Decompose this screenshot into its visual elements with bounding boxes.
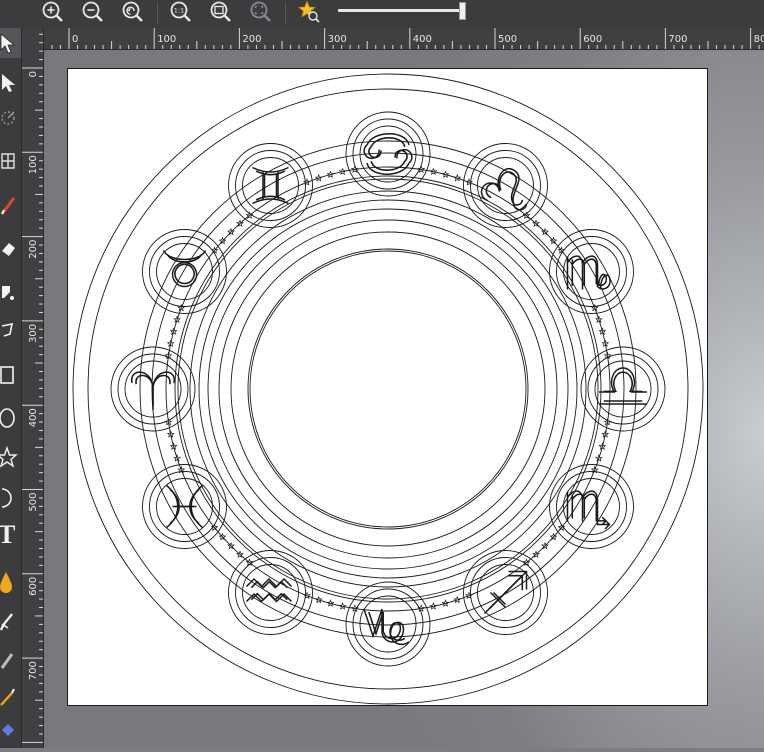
spray-tool-icon[interactable] (0, 608, 21, 638)
ruler-label: 500 (28, 493, 39, 512)
ruler-label: 100 (28, 155, 39, 174)
zoom-in-icon[interactable] (40, 0, 66, 24)
ruler-label: 200 (242, 34, 261, 45)
ring-circle[interactable] (198, 199, 578, 579)
paint-bucket-tool-icon[interactable] (0, 276, 21, 306)
zodiac-capricorn-symbol[interactable] (345, 581, 431, 667)
zodiac-libra-symbol[interactable] (580, 346, 666, 432)
zodiac-ring-drawing[interactable] (68, 69, 709, 707)
tweak-tool-icon[interactable] (0, 103, 21, 133)
ruler-label: 700 (668, 34, 687, 45)
pen-tool-icon[interactable] (0, 190, 21, 220)
ring-circle[interactable] (230, 231, 546, 547)
document-page[interactable] (67, 68, 708, 706)
ring-circle[interactable] (139, 140, 637, 638)
inner-circle[interactable] (174, 175, 602, 603)
node-tool-icon[interactable] (0, 68, 21, 98)
ruler-label: 300 (28, 324, 39, 343)
ruler-label: 700 (28, 661, 39, 680)
calligraphy-tool-icon[interactable] (0, 683, 21, 713)
text-tool-label: T (0, 520, 15, 550)
select-tool-icon[interactable] (0, 28, 21, 58)
zoom-page-icon[interactable] (208, 0, 234, 24)
ruler-label: 400 (413, 34, 432, 45)
vertical-ruler[interactable]: 0 100 200 300 400 500 600 700 (22, 28, 44, 748)
ruler-label: 0 (72, 34, 78, 45)
connector-tool-icon[interactable] (0, 316, 21, 346)
ring-circle[interactable] (249, 250, 527, 528)
horizontal-ruler[interactable]: 0 100 200 300 400 500 600 700 800 (44, 28, 764, 50)
ring-circle[interactable] (218, 219, 558, 559)
ruler-label: 100 (157, 34, 176, 45)
pencil-tool-icon[interactable] (0, 646, 21, 676)
ellipse-tool-icon[interactable] (0, 403, 21, 433)
ruler-label: 500 (498, 34, 517, 45)
favorites-zoom-icon[interactable] (296, 0, 322, 24)
star-tool-icon[interactable] (0, 443, 21, 473)
zoom-slider-track (338, 9, 462, 12)
ring-circle[interactable] (207, 208, 569, 570)
mesh-tool-icon[interactable] (0, 146, 21, 176)
ruler-label: 300 (328, 34, 347, 45)
ruler-label: 400 (28, 408, 39, 427)
outer-circle[interactable] (72, 73, 704, 705)
dropper-tool-icon[interactable] (0, 568, 21, 598)
zoom-out-icon[interactable] (80, 0, 106, 24)
zoom-slider-thumb[interactable] (459, 2, 466, 20)
ruler-label: 0 (28, 71, 39, 77)
rectangle-tool-icon[interactable] (0, 360, 21, 390)
toolbox: T (0, 28, 22, 748)
spiral-tool-icon[interactable] (0, 483, 21, 513)
horizontal-ruler-scale: 0 100 200 300 400 500 600 700 800 (51, 28, 764, 49)
ruler-label: 600 (583, 34, 602, 45)
vertical-ruler-scale: 0 100 200 300 400 500 600 700 (22, 33, 43, 743)
zodiac-aries-symbol[interactable] (110, 346, 196, 432)
zodiac-cancer-symbol[interactable] (345, 111, 431, 197)
zoom-one-to-one-label: 1:1 (174, 7, 184, 15)
ring-circle[interactable] (151, 152, 625, 626)
ruler-label: 800 (754, 34, 764, 45)
ruler-label: 200 (28, 240, 39, 259)
ring-circle[interactable] (247, 248, 529, 530)
ring-circle[interactable] (177, 178, 599, 600)
zoom-one-to-one-icon[interactable]: 1:1 (168, 0, 194, 24)
ruler-label: 600 (28, 577, 39, 596)
text-tool-icon[interactable]: T (0, 520, 21, 550)
zoom-slider[interactable] (338, 2, 466, 20)
zoom-previous-icon[interactable] (120, 0, 146, 24)
gradient-tool-icon[interactable] (0, 718, 21, 748)
eraser-tool-icon[interactable] (0, 233, 21, 263)
ring-circle[interactable] (189, 190, 587, 588)
command-toolbar: 1:1 (0, 0, 764, 29)
zoom-fit-drawing-icon[interactable] (248, 0, 274, 24)
